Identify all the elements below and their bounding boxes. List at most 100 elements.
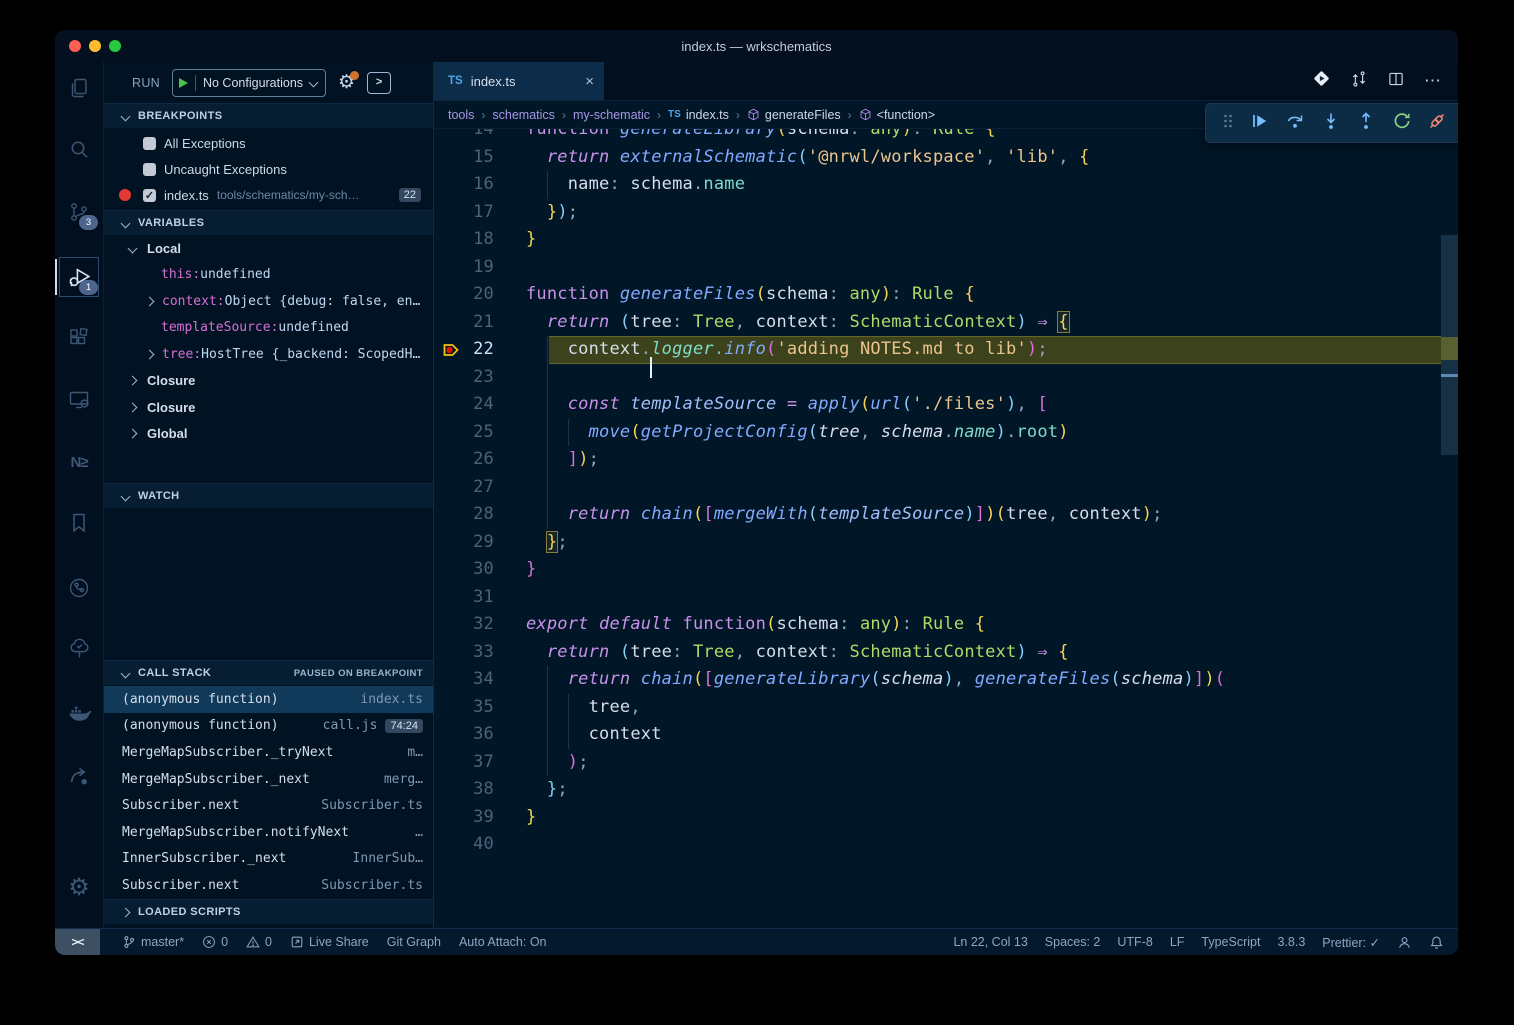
bookmarks-icon[interactable] [55, 499, 103, 547]
status-item-0[interactable]: 0 [246, 935, 272, 949]
start-debug-icon[interactable] [179, 78, 188, 88]
line-content[interactable]: } [526, 556, 536, 584]
breadcrumb-item[interactable]: my-schematic [573, 108, 650, 122]
status-item-3-8-3[interactable]: 3.8.3 [1277, 935, 1305, 949]
split-editor-icon[interactable] [1387, 70, 1405, 93]
status-item-bell[interactable] [1429, 935, 1444, 950]
breadcrumb-item[interactable]: generateFiles [747, 108, 841, 122]
configure-gear-icon[interactable]: ⚙ [338, 73, 355, 92]
breakpoint-item[interactable]: All Exceptions [104, 130, 433, 156]
call-stack-frame[interactable]: MergeMapSubscriber._tryNextm… [104, 739, 433, 766]
line-content[interactable]: return (tree: Tree, context: SchematicCo… [526, 309, 1069, 337]
gutter[interactable]: 28 [434, 501, 526, 529]
line-content[interactable]: name: schema.name [526, 171, 745, 199]
line-content[interactable]: tree, [526, 694, 641, 722]
gitlens-icon[interactable] [55, 564, 103, 612]
watch-section-header[interactable]: WATCH [104, 483, 433, 508]
line-content[interactable]: function generateFiles(schema: any): Rul… [526, 281, 975, 309]
line-content[interactable]: }; [526, 529, 568, 557]
explorer-icon[interactable] [55, 64, 103, 112]
launch-configuration-dropdown[interactable]: No Configurations [172, 69, 326, 97]
docker-icon[interactable] [55, 689, 103, 737]
call-stack-frame[interactable]: MergeMapSubscriber._nextmerg… [104, 766, 433, 793]
line-content[interactable]: context.logger.info('adding NOTES.md to … [526, 336, 1048, 364]
call-stack-frame[interactable]: (anonymous function)index.ts [104, 686, 433, 713]
gutter[interactable]: 25 [434, 419, 526, 447]
variable-scope[interactable]: Local [104, 235, 433, 261]
status-item-auto-attach-on[interactable]: Auto Attach: On [459, 935, 547, 949]
line-content[interactable] [526, 474, 536, 502]
gutter[interactable]: 40 [434, 831, 526, 859]
variable-scope[interactable]: Closure [104, 368, 433, 394]
gutter[interactable]: 24 [434, 391, 526, 419]
line-content[interactable]: return chain([mergeWith(templateSource)]… [526, 501, 1163, 529]
status-item-lf[interactable]: LF [1170, 935, 1185, 949]
breakpoints-section-header[interactable]: BREAKPOINTS [104, 103, 433, 128]
checkbox[interactable] [143, 137, 156, 150]
line-content[interactable]: return chain([generateLibrary(schema), g… [526, 666, 1225, 694]
checkbox[interactable] [143, 163, 156, 176]
disconnect-icon[interactable] [1427, 111, 1447, 136]
call-stack-frame[interactable]: InnerSubscriber._nextInnerSub… [104, 846, 433, 873]
status-item-typescript[interactable]: TypeScript [1201, 935, 1260, 949]
breadcrumb-item[interactable]: <function> [859, 108, 935, 122]
step-out-icon[interactable] [1356, 111, 1376, 136]
variables-section-header[interactable]: VARIABLES [104, 210, 433, 235]
open-changes-icon[interactable] [1350, 70, 1368, 93]
call-stack-frame[interactable]: Subscriber.nextSubscriber.ts [104, 872, 433, 899]
loaded-scripts-section-header[interactable]: LOADED SCRIPTS [104, 899, 433, 924]
variable-item[interactable]: templateSource: undefined [104, 315, 433, 341]
line-content[interactable]: ); [526, 749, 589, 777]
close-tab-icon[interactable]: × [585, 73, 594, 90]
gutter[interactable]: 14 [434, 129, 526, 144]
line-content[interactable]: } [526, 226, 536, 254]
gutter[interactable]: 16 [434, 171, 526, 199]
debug-console-icon[interactable]: > [367, 72, 391, 94]
status-item-prettier-[interactable]: Prettier: ✓ [1322, 935, 1380, 950]
gutter[interactable]: 33 [434, 639, 526, 667]
status-item-live-share[interactable]: Live Share [290, 935, 369, 949]
gutter[interactable]: 36 [434, 721, 526, 749]
remote-indicator[interactable]: >< [55, 929, 100, 955]
breakpoint-item[interactable]: ✓index.tstools/schematics/my-sch…22 [104, 182, 433, 208]
gutter[interactable]: 30 [434, 556, 526, 584]
gutter[interactable]: 22 [434, 336, 526, 364]
call-stack-frame[interactable]: Subscriber.nextSubscriber.ts [104, 792, 433, 819]
variable-item[interactable]: this: undefined [104, 262, 433, 288]
step-over-icon[interactable] [1285, 111, 1305, 136]
breakpoint-item[interactable]: Uncaught Exceptions [104, 156, 433, 182]
line-content[interactable]: move(getProjectConfig(tree, schema.name)… [526, 419, 1069, 447]
gutter[interactable]: 27 [434, 474, 526, 502]
checkbox[interactable]: ✓ [143, 189, 156, 202]
status-item-ln-22-col-13[interactable]: Ln 22, Col 13 [953, 935, 1027, 949]
gutter[interactable]: 15 [434, 144, 526, 172]
test-explorer-icon[interactable] [55, 624, 103, 672]
gutter[interactable]: 17 [434, 199, 526, 227]
zoom-window-button[interactable] [109, 40, 121, 52]
tab-index-ts[interactable]: TS index.ts × [434, 62, 604, 100]
gutter[interactable]: 37 [434, 749, 526, 777]
line-content[interactable]: const templateSource = apply(url('./file… [526, 391, 1048, 419]
line-content[interactable] [526, 254, 536, 282]
line-content[interactable]: return externalSchematic('@nrwl/workspac… [526, 144, 1090, 172]
gutter[interactable]: 31 [434, 584, 526, 612]
search-icon[interactable] [55, 126, 103, 174]
restart-icon[interactable] [1392, 111, 1412, 136]
call-stack-section-header[interactable]: CALL STACK PAUSED ON BREAKPOINT [104, 660, 433, 685]
variable-item[interactable]: context: Object {debug: false, en… [104, 288, 433, 314]
line-content[interactable]: context [526, 721, 662, 749]
gutter[interactable]: 23 [434, 364, 526, 392]
minimize-window-button[interactable] [89, 40, 101, 52]
gutter[interactable]: 19 [434, 254, 526, 282]
breadcrumb-item[interactable]: TSindex.ts [668, 108, 729, 122]
call-stack-frame[interactable]: (anonymous function)call.js74:24 [104, 713, 433, 740]
run-or-debug-icon[interactable] [1312, 69, 1331, 93]
line-content[interactable]: } [526, 804, 536, 832]
line-content[interactable]: function generateLibrary(schema: any): R… [526, 129, 996, 144]
line-content[interactable]: return (tree: Tree, context: SchematicCo… [526, 639, 1069, 667]
variable-scope[interactable]: Closure [104, 394, 433, 420]
status-item-person[interactable] [1397, 935, 1412, 950]
manage-gear-icon[interactable]: ⚙ [55, 864, 103, 912]
call-stack-frame[interactable]: MergeMapSubscriber.notifyNext… [104, 819, 433, 846]
line-content[interactable]: export default function(schema: any): Ru… [526, 611, 985, 639]
